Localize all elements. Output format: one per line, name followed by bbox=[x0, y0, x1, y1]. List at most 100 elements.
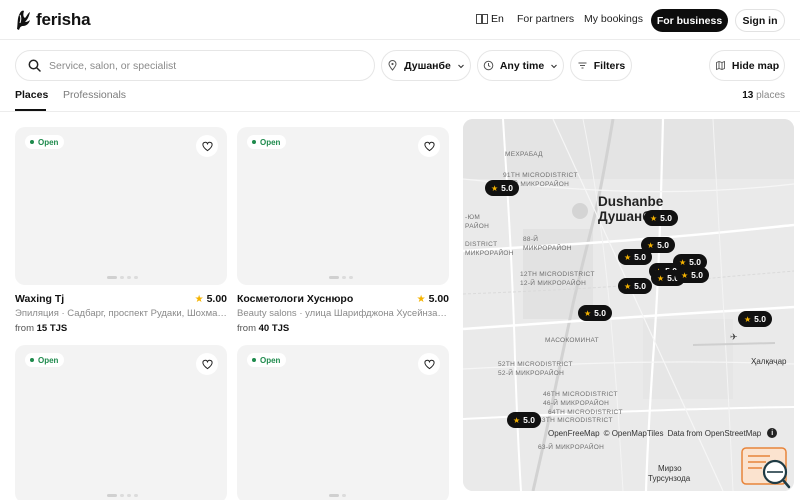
star-icon: ★ bbox=[624, 281, 632, 291]
support-chat-icon[interactable] bbox=[740, 446, 792, 490]
logo-text: ferisha bbox=[36, 10, 91, 29]
my-bookings-link[interactable]: My bookings bbox=[584, 13, 643, 25]
star-icon: ★ bbox=[416, 293, 426, 305]
language-label: En bbox=[491, 13, 504, 25]
status-dot-icon bbox=[252, 358, 256, 362]
map-price-marker[interactable]: ★5.0 bbox=[644, 210, 678, 226]
venue-title[interactable]: Waxing Tj bbox=[15, 293, 64, 305]
map-price-marker[interactable]: ★5.0 bbox=[618, 249, 652, 265]
map-district-label: 64TH MICRODISTRICT bbox=[548, 409, 623, 416]
price-prefix: from bbox=[237, 323, 256, 334]
star-icon: ★ bbox=[744, 314, 752, 324]
status-dot-icon bbox=[30, 358, 34, 362]
venue-price: from 40 TJS bbox=[237, 323, 289, 334]
map-district-label: 88-Й bbox=[523, 236, 539, 243]
status-label: Open bbox=[38, 355, 59, 365]
map-price-marker[interactable]: ★5.0 bbox=[578, 305, 612, 321]
status-label: Open bbox=[260, 137, 281, 147]
attribution-link[interactable]: Data from OpenStreetMap bbox=[667, 429, 761, 438]
favorite-button[interactable] bbox=[418, 353, 440, 375]
location-dropdown[interactable]: Душанбе bbox=[381, 50, 471, 81]
price-value: 40 TJS bbox=[258, 323, 290, 334]
star-icon: ★ bbox=[513, 415, 521, 425]
map-district-label: 52TH MICRODISTRICT bbox=[498, 361, 573, 368]
map-district-label: 91TH MICRODISTRICT bbox=[503, 172, 578, 179]
language-flag-icon bbox=[476, 14, 488, 24]
image-carousel-dots bbox=[329, 494, 346, 497]
venue-rating: ★ 5.00 bbox=[195, 293, 227, 305]
heart-icon bbox=[423, 141, 435, 151]
venue-card[interactable]: Open Косметологи Хуснюро ★ 5.00 Beauty sa… bbox=[237, 127, 449, 334]
hide-map-button[interactable]: Hide map bbox=[709, 50, 785, 81]
venue-card[interactable]: Open bbox=[15, 345, 227, 500]
venue-card[interactable]: Open Waxing Tj ★ 5.00 Эпиляция · Садбарг,… bbox=[15, 127, 227, 334]
logo-icon bbox=[17, 10, 30, 30]
map-price-marker[interactable]: ★5.0 bbox=[675, 267, 709, 283]
attribution-link[interactable]: OpenFreeMap bbox=[548, 429, 600, 438]
for-partners-link[interactable]: For partners bbox=[517, 13, 574, 25]
map-price-marker[interactable]: ★5.0 bbox=[485, 180, 519, 196]
filter-icon bbox=[578, 62, 587, 69]
map-district-label: МЕХРАБАД bbox=[505, 151, 543, 158]
star-icon: ★ bbox=[194, 293, 204, 305]
favorite-button[interactable] bbox=[418, 135, 440, 157]
venue-subtitle: Эпиляция · Садбарг, проспект Рудаки, Шох… bbox=[15, 308, 227, 319]
map-price-marker[interactable]: ★5.0 bbox=[738, 311, 772, 327]
tab-places[interactable]: Places bbox=[15, 89, 48, 101]
results-count-number: 13 bbox=[742, 90, 754, 101]
venue-title[interactable]: Косметологи Хуснюро bbox=[237, 293, 353, 305]
map-district-label: 46-Й МИКРОРАЙОН bbox=[543, 400, 610, 407]
venue-image[interactable]: Open bbox=[15, 127, 227, 285]
search-box[interactable] bbox=[15, 50, 375, 81]
heart-icon bbox=[201, 359, 213, 369]
rating-value: 5.00 bbox=[428, 293, 449, 305]
city-name-latin: Dushanbe bbox=[598, 194, 664, 209]
map-district-label: 46TH MICRODISTRICT bbox=[543, 391, 618, 398]
time-label: Any time bbox=[499, 59, 545, 72]
tabs-divider bbox=[0, 111, 800, 112]
map-price-marker[interactable]: ★5.0 bbox=[618, 278, 652, 294]
venue-price: from 15 TJS bbox=[15, 323, 67, 334]
airport-icon: ✈ bbox=[730, 332, 738, 342]
map-district-label: МИКРОРАЙОН bbox=[523, 245, 572, 252]
open-status-badge: Open bbox=[25, 135, 65, 149]
map-district-label: -ЮМ bbox=[465, 214, 481, 221]
venue-card[interactable]: Open bbox=[237, 345, 449, 500]
map-place-label: Турсунзода bbox=[648, 474, 691, 483]
star-icon: ★ bbox=[657, 273, 665, 283]
map-district-label: DISTRICT bbox=[465, 241, 498, 248]
map-district-label: 63TH MICRODISTRICT bbox=[538, 417, 613, 424]
venue-image[interactable]: Open bbox=[237, 345, 449, 500]
favorite-button[interactable] bbox=[196, 353, 218, 375]
clock-icon bbox=[483, 60, 494, 71]
filters-button[interactable]: Filters bbox=[570, 50, 632, 81]
map-view[interactable]: МЕХРАБАД 91TH MICRODISTRICT 91-Й МИКРОРА… bbox=[463, 119, 794, 491]
sign-in-button[interactable]: Sign in bbox=[735, 9, 785, 32]
venue-image[interactable]: Open bbox=[237, 127, 449, 285]
language-selector[interactable]: En bbox=[476, 13, 504, 25]
star-icon: ★ bbox=[681, 270, 689, 280]
time-dropdown[interactable]: Any time bbox=[477, 50, 564, 81]
status-label: Open bbox=[38, 137, 59, 147]
map-attribution: OpenFreeMap © OpenMapTiles Data from Ope… bbox=[548, 428, 778, 438]
star-icon: ★ bbox=[624, 252, 632, 262]
image-carousel-dots bbox=[329, 276, 353, 279]
search-input[interactable] bbox=[49, 59, 349, 72]
venue-image[interactable]: Open bbox=[15, 345, 227, 500]
heart-icon bbox=[201, 141, 213, 151]
map-icon bbox=[715, 60, 725, 71]
attribution-link[interactable]: © OpenMapTiles bbox=[604, 429, 664, 438]
for-business-button[interactable]: For business bbox=[651, 9, 728, 32]
favorite-button[interactable] bbox=[196, 135, 218, 157]
map-price-marker[interactable]: ★5.0 bbox=[507, 412, 541, 428]
image-carousel-dots bbox=[107, 494, 138, 497]
logo[interactable]: ferisha bbox=[14, 9, 91, 31]
filters-label: Filters bbox=[593, 59, 626, 72]
info-icon[interactable]: i bbox=[767, 428, 778, 438]
status-label: Open bbox=[260, 355, 281, 365]
price-value: 15 TJS bbox=[36, 323, 68, 334]
map-district-label: 52-Й МИКРОРАЙОН bbox=[498, 370, 565, 377]
tab-professionals[interactable]: Professionals bbox=[63, 89, 126, 101]
star-icon: ★ bbox=[650, 213, 658, 223]
status-dot-icon bbox=[252, 140, 256, 144]
